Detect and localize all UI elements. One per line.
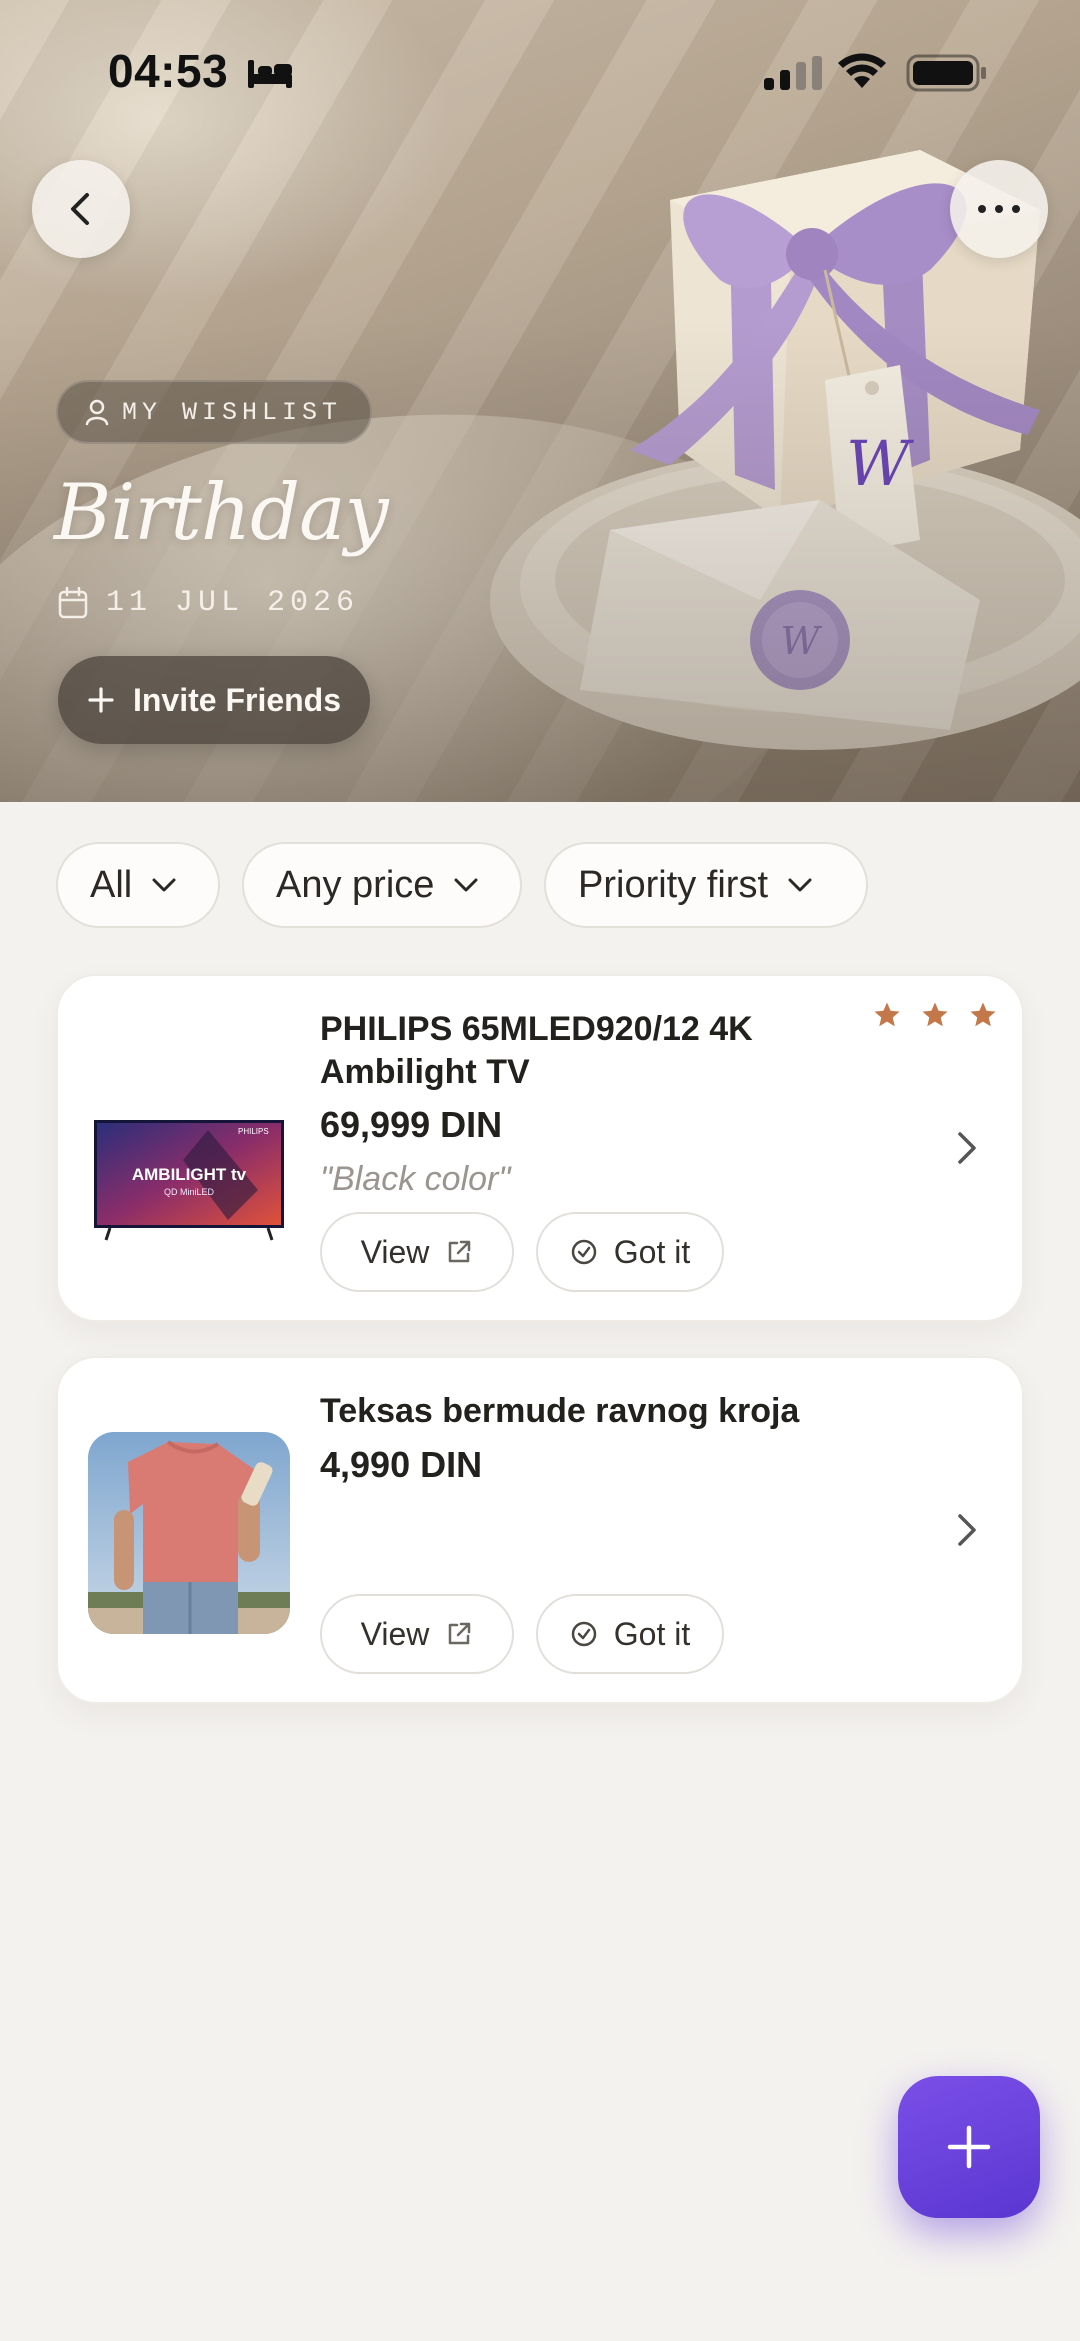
ellipsis-icon [978,205,1020,213]
star-icon [970,1002,996,1027]
got-it-button[interactable]: Got it [536,1212,724,1292]
wishlist-title: Birthday [54,468,389,558]
item-note: "Black color" [320,1160,511,1198]
view-label: View [360,1233,430,1270]
view-item-button[interactable]: View [320,1212,514,1292]
star-icon [874,1002,900,1027]
event-date: 11 JUL 2026 [58,586,359,620]
event-date-text: 11 JUL 2026 [106,586,360,620]
tv-ambilight-text: AMBILIGHT tv [132,1165,247,1184]
item-price: 4,990 DIN [320,1444,483,1485]
cellular-signal-icon [764,56,822,90]
badge-label: MY WISHLIST [122,397,343,427]
external-link-icon [449,1240,471,1263]
chevron-down-icon [454,878,478,892]
filter-category-label: All [90,863,133,906]
back-button[interactable] [32,160,130,258]
tv-sub-text: QD MiniLED [164,1187,215,1197]
star-icon [922,1002,948,1027]
filter-price-label: Any price [276,863,435,906]
sleep-focus-icon [248,60,292,88]
tv-brand-text: PHILIPS [238,1127,269,1136]
item-name: PHILIPS 65MLED920/12 4K Ambilight TV [320,1008,840,1094]
wifi-icon [838,53,886,88]
tv-product-image: PHILIPS AMBILIGHT tv QD MiniLED [94,1120,284,1241]
add-item-button[interactable] [898,2076,1040,2218]
wishlist-item-card[interactable]: PHILIPS AMBILIGHT tv QD MiniLED PHILIPS … [56,974,1024,1322]
sort-dropdown[interactable]: Priority first [544,842,868,928]
battery-icon [906,54,986,92]
filter-category-dropdown[interactable]: All [56,842,220,928]
item-thumbnail [88,1432,290,1634]
external-link-icon [449,1622,471,1645]
wishlist-item-card[interactable]: Teksas bermude ravnog kroja 4,990 DIN Vi… [56,1356,1024,1704]
chevron-right-icon [958,1514,976,1546]
check-circle-icon [571,1621,597,1647]
view-label: View [360,1615,430,1652]
priority-stars [872,1000,998,1030]
view-item-button[interactable]: View [320,1594,514,1674]
got-it-label: Got it [613,1615,691,1652]
plus-icon [88,687,114,713]
person-icon [85,399,109,426]
sort-label: Priority first [578,863,768,906]
more-options-button[interactable] [950,160,1048,258]
got-it-button[interactable]: Got it [536,1594,724,1674]
chevron-right-icon [958,1132,976,1164]
plus-icon [947,2125,991,2169]
status-time: 04:53 [108,45,229,97]
item-price: 69,999 DIN [320,1104,503,1145]
item-name-line-2: Ambilight TV [320,1053,530,1091]
item-thumbnail: PHILIPS AMBILIGHT tv QD MiniLED [88,1050,290,1252]
my-wishlist-badge: MY WISHLIST [56,380,373,444]
got-it-label: Got it [613,1233,691,1270]
item-name: Teksas bermude ravnog kroja [320,1392,800,1430]
item-name-line-1: PHILIPS 65MLED920/12 4K [320,1010,753,1048]
invite-friends-label: Invite Friends [132,681,342,718]
filter-price-dropdown[interactable]: Any price [242,842,522,928]
check-circle-icon [571,1239,597,1265]
chevron-down-icon [788,878,812,892]
shorts-product-image [88,1432,290,1634]
chevron-left-icon [71,193,89,225]
invite-friends-button[interactable]: Invite Friends [58,656,370,744]
calendar-icon [58,587,88,619]
chevron-down-icon [152,878,176,892]
